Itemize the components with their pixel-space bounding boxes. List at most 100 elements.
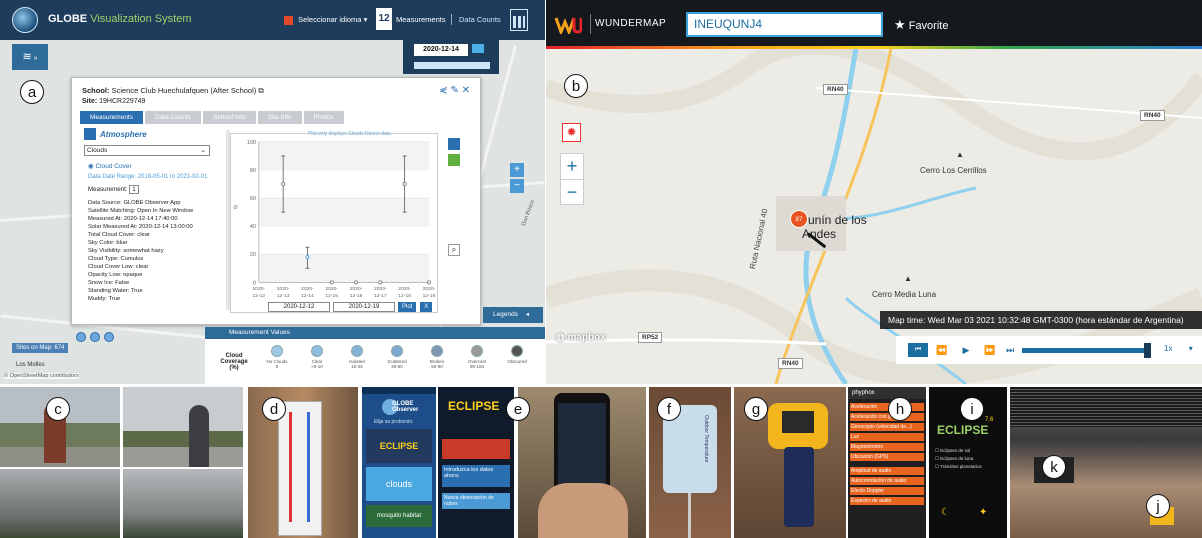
edit-icon[interactable]: ✎ (450, 85, 458, 96)
measurement-label: Measurement: (88, 186, 128, 193)
new-cloud-observation-button[interactable]: Nueva observación de nubes (442, 493, 510, 509)
measurement-select[interactable]: 1 (129, 185, 139, 194)
protocol-select[interactable]: Clouds ⌄ (84, 145, 210, 156)
eclipse-option[interactable]: ☐ Eclipses de luna (935, 455, 982, 463)
phyphox-item[interactable]: Espectro de audio (850, 497, 924, 505)
warning-icon[interactable] (442, 439, 510, 459)
info-line: Standing Water: True (88, 288, 143, 294)
playback-speed-select[interactable]: 1x ▾ (1164, 344, 1193, 353)
phyphox-item[interactable]: Luz (850, 433, 924, 441)
panel-label-e: e (506, 397, 530, 421)
info-line: Data Source: GLOBE Observer App (88, 200, 181, 206)
weather-station-marker[interactable]: 87 (790, 210, 808, 228)
globe-visualization-panel: Don Bosco GLOBE Visualization System Sel… (0, 0, 545, 384)
map-zoom-controls: + − (510, 163, 524, 195)
panel-label-g: g (744, 397, 768, 421)
enter-data-button[interactable]: Introduzca los datos ahora: (442, 465, 510, 487)
plot-button[interactable]: Plot (398, 302, 417, 312)
calendar-grid-icon[interactable] (510, 9, 528, 31)
chart-download-icon[interactable] (448, 154, 460, 166)
eclipse-card[interactable]: ECLIPSE (366, 429, 432, 463)
zoom-in-button[interactable]: + (510, 163, 524, 177)
external-link-icon[interactable]: ⧉ (258, 86, 263, 95)
rewind-icon[interactable]: ⏪ (932, 343, 952, 357)
favorite-button[interactable]: ★ Favorite (894, 17, 948, 33)
map-attribution[interactable]: © OpenStreetMap contributors (4, 373, 79, 379)
skip-forward-icon[interactable]: ⏭ (1000, 343, 1020, 357)
globe-logo-icon (12, 7, 38, 33)
time-slider[interactable] (414, 62, 490, 69)
eclipse-app-screenshot: ECLIPSE Introduzca los datos ahora: Nuev… (438, 387, 514, 538)
photo-cloudy-sky (123, 469, 243, 538)
legends-button[interactable]: Legends ◂ (483, 307, 543, 323)
close-icon[interactable]: ✕ (462, 85, 470, 96)
clear-button[interactable]: X (420, 302, 433, 312)
moon-icon[interactable]: ☾ (941, 507, 950, 518)
y-tick-label: 60 (250, 196, 256, 202)
layers-button[interactable]: ≋ » (12, 44, 48, 70)
zoom-icon[interactable]: ⌕ (448, 244, 460, 256)
site-marker[interactable] (90, 332, 100, 342)
cloud-cover-chart: 020406080100 2020-12-122020-12-132020-12… (230, 133, 438, 313)
tab-photos[interactable]: Photos (303, 111, 344, 124)
zoom-in-button[interactable]: + (561, 154, 583, 180)
radio-label: Cloud Cover (95, 163, 132, 170)
y-axis-ticks: 0 20 40 60 80 100 (247, 140, 256, 286)
time-slider-track[interactable] (1022, 348, 1148, 353)
tab-data-counts[interactable]: Data Counts (145, 111, 202, 124)
x-tick-label: 2020- (301, 286, 314, 292)
legend-dot (351, 345, 363, 357)
title-accent: Visualization System (90, 13, 192, 25)
zoom-out-button[interactable]: − (561, 180, 583, 206)
sensor-label: Outdoor Temperature (703, 415, 709, 463)
share-icon[interactable]: ⋞ (439, 85, 447, 96)
phyphox-item[interactable]: Ubicación (GPS) (850, 453, 924, 461)
table-icon[interactable] (448, 138, 460, 150)
play-icon[interactable]: ▶ (956, 343, 976, 357)
plot-to-input[interactable]: 2020-12-19 (333, 302, 395, 312)
cloud-cover-radio[interactable]: ◉ Cloud Cover (88, 162, 132, 170)
calendar-icon[interactable]: 12 (376, 8, 392, 30)
phyphox-item[interactable]: Efecto Doppler (850, 487, 924, 495)
skip-back-icon[interactable]: ⏮ (908, 343, 928, 357)
date-field[interactable]: 2020-12-14 (414, 44, 468, 56)
language-selector[interactable]: Seleccionar idioma ▾ (284, 15, 367, 25)
zoom-out-button[interactable]: − (510, 179, 524, 193)
phyphox-item[interactable]: Aceleración con g (850, 413, 924, 421)
site-marker[interactable] (104, 332, 114, 342)
tab-site-info[interactable]: Site Info (257, 111, 302, 124)
x-tick-label: 2020- (253, 286, 266, 292)
y-tick-label: 20 (250, 252, 256, 258)
legend-dot (431, 345, 443, 357)
header-divider (590, 14, 591, 34)
data-point (305, 255, 310, 260)
legend-item: Isolated 10-25 (337, 345, 377, 369)
date-range: Data Date Range: 2018-05-01 to 2021-02-0… (88, 174, 208, 180)
fast-forward-icon[interactable]: ⏩ (980, 343, 1000, 357)
layers-icon: ≋ (22, 51, 32, 63)
telescope-icon[interactable]: ✦ (979, 507, 987, 518)
eclipse-option[interactable]: ☐ Tránsitos planetarios (935, 463, 982, 471)
station-search-input[interactable]: INEUQUNJ4 (686, 12, 883, 37)
data-counts-link[interactable]: Data Counts (459, 15, 501, 24)
time-slider-handle[interactable] (1144, 343, 1151, 358)
phyphox-item[interactable]: Autocorrelación de audio (850, 477, 924, 485)
panel-label-k: k (1042, 455, 1066, 479)
phyphox-item[interactable]: Aceleración (850, 403, 924, 411)
phyphox-item[interactable]: Giroscopio (velocidad de...) (850, 423, 924, 431)
site-marker[interactable] (76, 332, 86, 342)
mosquito-card[interactable]: mosquito habitat (366, 505, 432, 527)
plot-from-input[interactable]: 2020-12-12 (268, 302, 330, 312)
header-color-bar (546, 46, 1202, 49)
tab-school-info[interactable]: School Info (203, 111, 256, 124)
satellite-matching-link[interactable]: Satellite Matching: Open In New Window (88, 208, 193, 214)
eclipse-option[interactable]: ☐ Eclipses de sol (935, 447, 982, 455)
video-camera-icon[interactable] (472, 44, 484, 53)
phyphox-list: Aceleración Aceleración con g Giroscopio… (850, 403, 924, 507)
measurements-link[interactable]: Measurements (396, 15, 446, 24)
phyphox-item[interactable]: Magnetómetro (850, 443, 924, 451)
tab-measurements[interactable]: Measurements (80, 111, 143, 124)
radar-layer-button[interactable]: ✹ (562, 123, 581, 142)
phyphox-item[interactable]: Amplitud de audio (850, 467, 924, 475)
clouds-card[interactable]: clouds (366, 467, 432, 501)
